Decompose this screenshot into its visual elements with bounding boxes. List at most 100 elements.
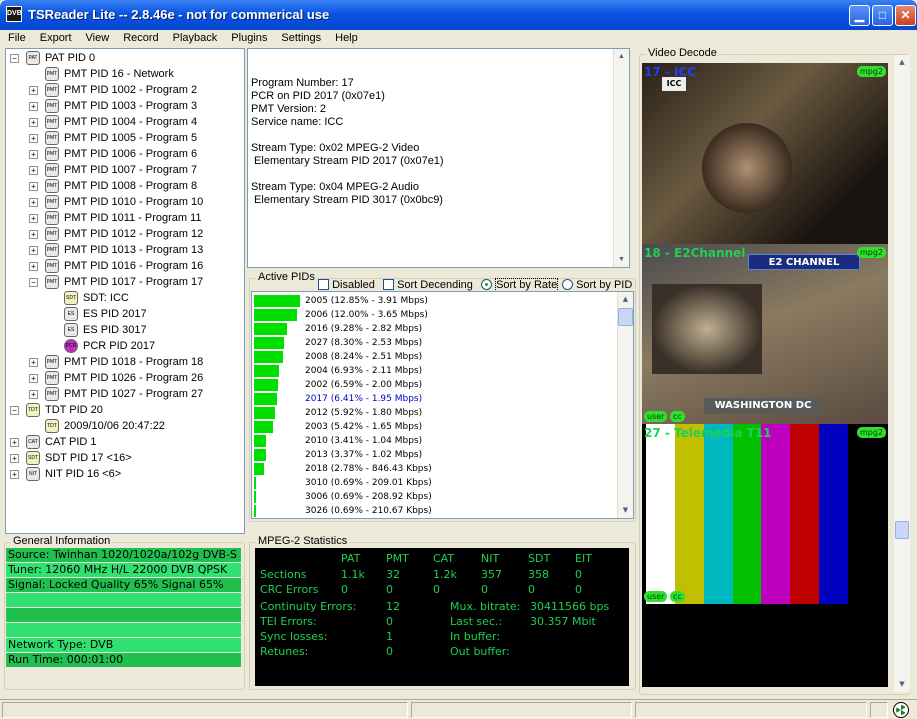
menu-settings[interactable]: Settings (273, 30, 327, 44)
pmt-icon: PMT (45, 387, 59, 401)
program-info-text: Program Number: 17 PCR on PID 2017 (0x07… (251, 77, 444, 206)
expand-icon[interactable]: + (29, 118, 38, 127)
nit-icon: NIT (26, 467, 40, 481)
maximize-button[interactable]: □ (872, 5, 893, 26)
in-buffer-label: In buffer: (450, 630, 501, 643)
scroll-up-icon[interactable]: ▲ (618, 292, 633, 307)
stat-header-nit: NIT (481, 552, 500, 565)
video-frame-telemedia[interactable]: 27 - Telemedia T11 mpg2 user cc (642, 424, 888, 607)
stat-header-cat: CAT (433, 552, 455, 565)
menu-playback[interactable]: Playback (165, 30, 224, 44)
video-frame-icc[interactable]: ICC 17 - ICC mpg2 (642, 63, 888, 244)
tree-node-label: PMT PID 1017 - Program 17 (64, 276, 204, 288)
tree-node-label: PMT PID 1005 - Program 5 (64, 132, 198, 144)
expand-icon[interactable]: + (29, 134, 38, 143)
sections-nit: 357 (481, 568, 502, 581)
menu-plugins[interactable]: Plugins (223, 30, 273, 44)
pid-rate-bar (254, 435, 266, 447)
scroll-thumb[interactable] (895, 521, 909, 539)
scroll-down-icon[interactable]: ▼ (614, 252, 629, 267)
tree-node-label: PMT PID 1008 - Program 8 (64, 180, 198, 192)
pid-rate-bar (254, 491, 256, 503)
expand-icon[interactable]: + (29, 102, 38, 111)
stat-header-eit: EIT (575, 552, 592, 565)
channel-label-icc: 17 - ICC (644, 65, 697, 79)
expand-icon[interactable]: + (29, 390, 38, 399)
sections-cat: 1.2k (433, 568, 457, 581)
expand-icon[interactable]: + (29, 198, 38, 207)
general-info-line: Signal: Locked Quality 65% Signal 65% (6, 578, 241, 592)
washington-overlay: WASHINGTON DC (704, 398, 822, 414)
video-frame-e2channel[interactable]: E2 CHANNEL WASHINGTON DC 18 - E2Channel … (642, 244, 888, 424)
expand-icon[interactable]: + (10, 470, 19, 479)
expand-icon[interactable]: + (29, 166, 38, 175)
collapse-icon[interactable]: − (29, 278, 38, 287)
pmt-icon: PMT (45, 227, 59, 241)
menu-file[interactable]: File (0, 30, 32, 44)
sections-label: Sections (260, 568, 307, 581)
collapse-icon[interactable]: − (10, 54, 19, 63)
expand-icon[interactable]: + (29, 214, 38, 223)
tree-node-label: ES PID 3017 (83, 324, 147, 336)
pid-rate-bar (254, 323, 287, 335)
expand-icon[interactable]: + (29, 230, 38, 239)
sections-eit: 0 (575, 568, 582, 581)
cc-badge: cc (670, 411, 685, 422)
stat-header-sdt: SDT (528, 552, 551, 565)
minimize-button[interactable]: ▁ (849, 5, 870, 26)
codec-badge: mpg2 (856, 247, 886, 258)
scroll-thumb[interactable] (618, 308, 633, 326)
menu-export[interactable]: Export (32, 30, 78, 44)
pmt-icon: PMT (45, 275, 59, 289)
status-pane (635, 702, 867, 718)
sort-descending-checkbox[interactable]: Sort Decending (383, 279, 473, 291)
expand-icon[interactable]: + (10, 454, 19, 463)
expand-icon[interactable]: + (29, 86, 38, 95)
pid-list-scrollbar[interactable]: ▲ ▼ (617, 292, 633, 518)
active-pids-list[interactable]: ▲ ▼ 2005 (12.85% - 3.91 Mbps) 2006 (12.00… (251, 291, 634, 519)
tree-node-label: PMT PID 1018 - Program 18 (64, 356, 204, 368)
collapse-icon[interactable]: − (10, 406, 19, 415)
cat-icon: CAT (26, 435, 40, 449)
close-button[interactable]: ✕ (895, 5, 916, 26)
video-decode-panel: ICC 17 - ICC mpg2 E2 CHANNEL WASHINGTON … (642, 63, 888, 687)
pid-rate-bar (254, 449, 266, 461)
tei-value: 0 (386, 615, 393, 628)
expand-icon[interactable]: + (29, 262, 38, 271)
expand-icon[interactable]: + (29, 358, 38, 367)
continuity-label: Continuity Errors: (260, 600, 357, 613)
video-scrollbar[interactable]: ▲ ▼ (894, 55, 910, 692)
sort-by-pid-radio[interactable]: Sort by PID (562, 279, 632, 291)
pid-rate-bar (254, 337, 284, 349)
tree-node-label: TDT PID 20 (45, 404, 103, 416)
menu-view[interactable]: View (78, 30, 116, 44)
stat-header-pat: PAT (341, 552, 361, 565)
scroll-down-icon[interactable]: ▼ (894, 677, 910, 692)
expand-icon[interactable]: + (29, 150, 38, 159)
crc-pat: 0 (341, 583, 348, 596)
pid-tree[interactable]: − PAT PAT PID 0 PMT PMT PID 16 - Network + PMT… (5, 48, 245, 534)
sort-by-rate-radio[interactable]: Sort by Rate (481, 278, 559, 292)
scroll-down-icon[interactable]: ▼ (618, 503, 633, 518)
continuity-value: 12 (386, 600, 400, 613)
scroll-up-icon[interactable]: ▲ (894, 55, 910, 70)
last-sec-label: Last sec.: (450, 615, 503, 628)
title-bar: DVB TSReader Lite -- 2.8.46e - not for c… (0, 0, 917, 30)
info-scrollbar[interactable]: ▲ ▼ (613, 49, 629, 267)
program-info-panel: Program Number: 17 PCR on PID 2017 (0x07… (247, 48, 630, 268)
pid-rate-bar (254, 505, 256, 517)
pat-icon: PAT (26, 51, 40, 65)
menu-help[interactable]: Help (327, 30, 364, 44)
disabled-checkbox[interactable]: Disabled (318, 279, 375, 291)
expand-icon[interactable]: + (29, 374, 38, 383)
scroll-up-icon[interactable]: ▲ (614, 49, 629, 64)
expand-icon[interactable]: + (10, 438, 19, 447)
expand-icon[interactable]: + (29, 246, 38, 255)
pid-rate-label: 3006 (0.69% - 208.92 Kbps) (305, 492, 432, 502)
menu-record[interactable]: Record (115, 30, 164, 44)
expand-icon[interactable]: + (29, 182, 38, 191)
pid-rate-label: 3010 (0.69% - 209.01 Kbps) (305, 478, 432, 488)
pid-rate-label: 2002 (6.59% - 2.00 Mbps) (305, 380, 423, 390)
channel-label-e2channel: 18 - E2Channel (644, 246, 746, 260)
sections-pmt: 32 (386, 568, 400, 581)
